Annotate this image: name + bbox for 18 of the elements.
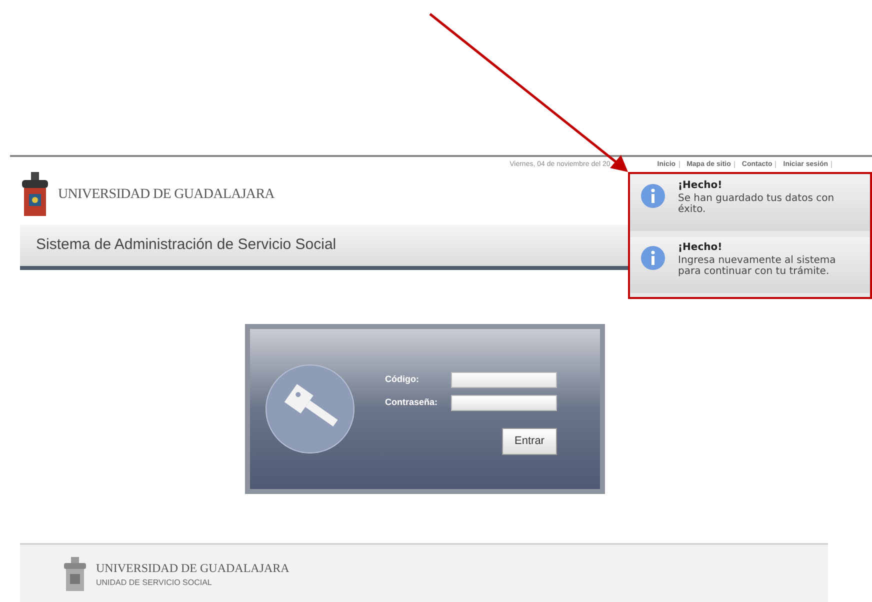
field-label: Código: (385, 372, 420, 386)
crest-logo (62, 556, 88, 592)
key-icon (265, 364, 355, 454)
input-field[interactable] (451, 394, 557, 410)
info-icon (640, 183, 666, 209)
input-field[interactable] (451, 372, 557, 388)
field-label: Contraseña: (385, 396, 439, 409)
university-name: UNIVERSIDAD DE GUADALAJARA (96, 560, 290, 577)
enter-button[interactable]: Entrar (502, 428, 557, 454)
system-title: Sistema de Administración de Servicio Social (36, 235, 336, 256)
university-name: UNIVERSIDAD DE GUADALAJARA (58, 186, 274, 204)
notification-title: ¡Hecho! (678, 181, 724, 191)
info-icon (640, 245, 666, 271)
crest-logo (20, 170, 50, 218)
notification-message: Se han guardado tus datos con éxito. (678, 194, 836, 215)
notification-title: ¡Hecho! (678, 243, 724, 253)
unit-name: UNIDAD DE SERVICIO SOCIAL (96, 577, 213, 589)
notification-message: Ingresa nuevamente al sistema para continuar con tu trámite. (678, 256, 837, 277)
